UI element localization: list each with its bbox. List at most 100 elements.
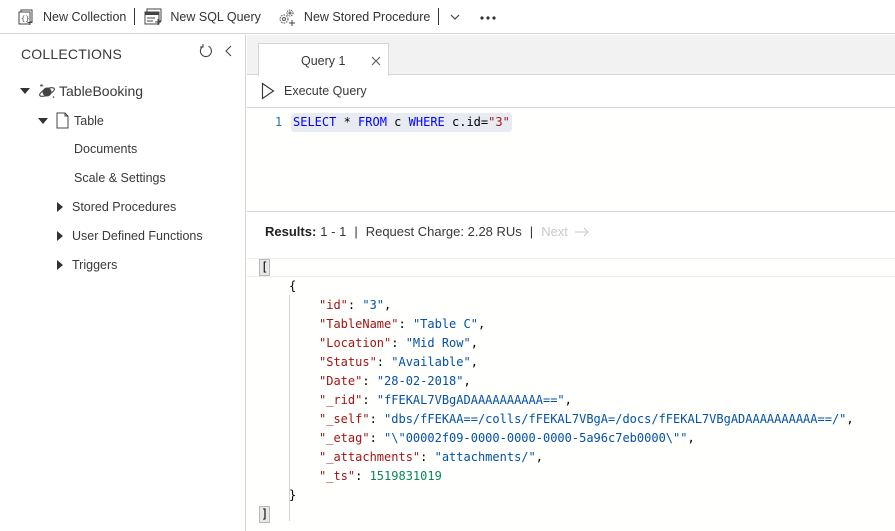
json-value: "Table C" — [412, 317, 478, 331]
query-text[interactable]: SELECT * FROM c WHERE c.id="3" — [291, 113, 512, 132]
new-collection-icon: {} — [18, 9, 33, 25]
json-close-bracket: ] — [259, 506, 271, 523]
results-label: Results: — [265, 224, 317, 239]
json-value: "28-02-2018" — [376, 374, 464, 388]
json-comma: , — [477, 317, 486, 331]
new-stored-procedure-button[interactable]: New Stored Procedure — [277, 5, 430, 29]
tree-item-documents[interactable]: Documents — [74, 142, 137, 156]
tree-collection-table[interactable]: Table — [38, 112, 104, 129]
json-field-line: "Date": "28-02-2018", — [319, 372, 471, 391]
keyword-where: WHERE — [408, 115, 445, 129]
refresh-icon — [199, 44, 212, 58]
caret-right-icon — [57, 202, 63, 212]
json-key: "Status" — [319, 355, 377, 369]
tree-item-label: Triggers — [72, 258, 118, 272]
tree-item-label: User Defined Functions — [72, 229, 203, 243]
chevron-down-icon — [450, 14, 460, 20]
json-colon: : — [398, 317, 413, 331]
ellipsis-icon — [480, 15, 496, 20]
json-colon: : — [355, 469, 370, 483]
json-field-line: "_attachments": "attachments/", — [319, 448, 543, 467]
json-comma: , — [470, 355, 478, 369]
execute-query-button[interactable]: Execute Query — [261, 82, 367, 100]
sidebar-title: COLLECTIONS — [21, 46, 122, 62]
more-commands-dropdown[interactable] — [448, 13, 462, 21]
collapse-sidebar-button[interactable] — [224, 43, 234, 62]
new-sql-query-icon — [144, 8, 162, 25]
query-alias: c — [386, 115, 409, 129]
ellipsis-menu-button[interactable] — [479, 12, 497, 22]
tab-label: Query 1 — [301, 54, 346, 68]
json-field-line: "Status": "Available", — [319, 353, 478, 372]
new-sql-query-label: New SQL Query — [170, 9, 261, 24]
arrow-right-icon — [574, 227, 589, 236]
caret-right-icon — [57, 260, 63, 270]
toolbar-divider — [438, 8, 440, 25]
toolbar-divider — [134, 8, 136, 25]
json-field-line: "id": "3", — [319, 296, 391, 315]
json-key: "Location" — [319, 336, 392, 350]
database-name: TableBooking — [59, 83, 144, 99]
new-sql-query-button[interactable]: New SQL Query — [144, 5, 261, 29]
results-json-viewer[interactable]: [ { "id": "3", "TableName": "Table C", "Lo… — [247, 255, 895, 531]
new-collection-button[interactable]: {} New Collection — [18, 5, 126, 29]
tab-query-1[interactable]: Query 1 — [258, 43, 389, 76]
json-field-line: "_self": "dbs/fFEKAA==/colls/fFEKAL7VBgA… — [319, 410, 854, 429]
json-comma: , — [846, 412, 854, 426]
json-open-bracket: [ — [259, 259, 271, 276]
tree-item-label: Scale & Settings — [74, 171, 166, 185]
query-command-bar: Execute Query — [247, 76, 895, 108]
results-divider: | — [529, 224, 534, 239]
caret-down-icon — [20, 88, 30, 94]
close-icon — [371, 56, 381, 66]
json-colon: : — [347, 298, 363, 312]
request-charge: Request Charge: 2.28 RUs — [365, 224, 522, 239]
query-star: * — [336, 115, 359, 129]
json-comma: , — [463, 374, 471, 388]
json-value: "\"00002f09-0000-0000-0000-5a96c7eb0000\… — [384, 431, 688, 445]
json-colon: : — [369, 431, 385, 445]
caret-down-icon — [38, 117, 48, 124]
tree-item-user-defined-functions[interactable]: User Defined Functions — [57, 229, 203, 243]
json-key: "Date" — [319, 374, 363, 388]
new-collection-label: New Collection — [43, 9, 127, 24]
line-number: 1 — [275, 115, 283, 129]
next-label: Next — [541, 224, 568, 239]
json-colon: : — [362, 374, 377, 388]
command-toolbar: {} New Collection New SQL Query New Stor… — [0, 0, 895, 34]
json-key: "_ts" — [319, 469, 356, 483]
next-page-button[interactable]: Next — [541, 224, 590, 239]
caret-right-icon — [57, 231, 63, 241]
json-field-line: "Location": "Mid Row", — [319, 334, 478, 353]
tree-item-label: Stored Procedures — [72, 200, 177, 214]
tree-item-stored-procedures[interactable]: Stored Procedures — [57, 200, 176, 214]
results-range: 1 - 1 — [320, 224, 347, 239]
query-condition: c.id= — [444, 115, 489, 129]
gears-icon — [279, 9, 295, 26]
json-field-line: "_rid": "fFEKAL7VBgADAAAAAAAAAA==", — [319, 391, 572, 410]
keyword-select: SELECT — [293, 115, 337, 129]
results-divider: | — [354, 224, 358, 239]
tree-database-tablebooking[interactable]: TableBooking — [20, 83, 143, 99]
json-key: "id" — [319, 298, 348, 312]
tree-item-scale-settings[interactable]: Scale & Settings — [74, 171, 166, 185]
json-colon: : — [420, 450, 435, 464]
tree-item-label: Documents — [74, 142, 138, 156]
json-value: "fFEKAL7VBgADAAAAAAAAAA==" — [376, 393, 565, 407]
new-stored-procedure-label: New Stored Procedure — [303, 9, 431, 24]
query-editor[interactable]: 1 SELECT * FROM c WHERE c.id="3" — [247, 109, 895, 212]
tree-item-triggers[interactable]: Triggers — [57, 258, 117, 272]
close-tab-button[interactable] — [371, 55, 381, 69]
json-key: "_rid" — [319, 393, 363, 407]
refresh-button[interactable] — [198, 43, 214, 62]
keyword-from: FROM — [358, 115, 387, 129]
json-value: "3" — [362, 298, 385, 312]
json-value: "dbs/fFEKAA==/colls/fFEKAL7VBgA=/docs/fF… — [384, 412, 847, 426]
json-value: "Available" — [391, 355, 471, 369]
json-value: "attachments/" — [434, 450, 536, 464]
json-comma: , — [470, 336, 478, 350]
current-line-highlight — [247, 258, 895, 277]
json-value: 1519831019 — [369, 469, 442, 483]
json-comma: , — [384, 298, 392, 312]
json-colon: : — [376, 355, 392, 369]
